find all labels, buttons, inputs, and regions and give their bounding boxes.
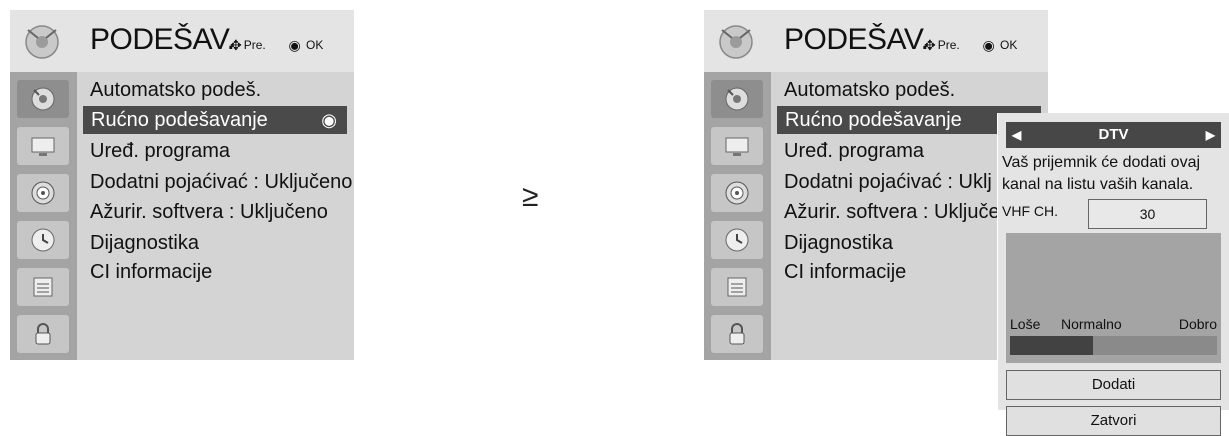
- signal-mid-label: Normalno: [1061, 316, 1122, 332]
- manual-tuning-popup: ◀ DTV ▶ Vaš prijemnik će dodati ovaj kan…: [997, 113, 1229, 436]
- menu-item-label: Rućno podešavanje: [91, 109, 268, 131]
- tab-lock[interactable]: [711, 315, 763, 353]
- menu-item[interactable]: Dijagnostika: [90, 229, 199, 257]
- category-sidebar: [704, 72, 771, 360]
- hint-ok: OK: [1000, 38, 1018, 52]
- category-sidebar: [10, 72, 77, 360]
- monitor-icon: [725, 137, 749, 156]
- move-icon: ✥: [230, 37, 242, 53]
- menu-screen-right: PODEŠAV. ✥ Pre. ◉ OK Automatsko podeš. Ru…: [694, 0, 1048, 360]
- arrow-right-icon[interactable]: ▶: [1206, 122, 1215, 148]
- menu-item-selected[interactable]: Rućno podešavanje ◉: [83, 106, 347, 134]
- vhf-channel-input[interactable]: 30: [1088, 199, 1207, 229]
- menu-item[interactable]: Automatsko podeš.: [90, 76, 261, 104]
- signal-bar: [1010, 336, 1217, 355]
- hint-ok: OK: [306, 38, 324, 52]
- tab-picture[interactable]: [17, 127, 69, 165]
- tab-picture[interactable]: [711, 127, 763, 165]
- satellite-icon: [725, 87, 749, 111]
- setup-logo-icon: [719, 25, 753, 59]
- tab-setup[interactable]: [17, 80, 69, 118]
- lock-icon: [35, 323, 51, 345]
- hint-move: Pre.: [243, 38, 266, 52]
- menu-item[interactable]: Ažurir. softvera : Uključeno: [90, 198, 328, 226]
- setup-logo-icon: [25, 25, 59, 59]
- menu-hints: ✥ Pre. ◉ OK: [230, 37, 323, 54]
- menu-item[interactable]: CI informacije: [90, 258, 212, 286]
- hint-move: Pre.: [937, 38, 960, 52]
- tab-audio[interactable]: [17, 174, 69, 212]
- monitor-icon: [31, 137, 55, 156]
- signal-low-label: Loše: [1010, 316, 1041, 332]
- popup-message: Vaš prijemnik će dodati ovaj kanal na li…: [1002, 154, 1201, 193]
- ok-icon: ◉: [982, 37, 995, 53]
- menu-item[interactable]: Uređ. programa: [90, 137, 230, 165]
- popup-title: DTV: [1098, 126, 1129, 143]
- menu-item[interactable]: Ažurir. softvera : Uključen: [784, 198, 1011, 226]
- menu-hints: ✥ Pre. ◉ OK: [924, 37, 1017, 54]
- tab-option[interactable]: [711, 268, 763, 306]
- add-button[interactable]: Dodati: [1006, 370, 1221, 400]
- signal-bar-fill: [1010, 336, 1093, 355]
- tab-time[interactable]: [17, 221, 69, 259]
- move-icon: ✥: [924, 37, 936, 53]
- clock-icon: [31, 228, 55, 252]
- tab-audio[interactable]: [711, 174, 763, 212]
- menu-screen-left: PODEŠAV. ✥ Pre. ◉ OK Automatsko podeš. Ru…: [0, 0, 354, 360]
- speaker-icon: [725, 181, 749, 205]
- popup-title-bar[interactable]: ◀ DTV ▶: [1006, 122, 1221, 148]
- tab-time[interactable]: [711, 221, 763, 259]
- options-icon: [727, 277, 747, 297]
- signal-strength-panel: Loše Normalno Dobro: [1006, 233, 1221, 363]
- menu-title: PODEŠAV.: [784, 23, 929, 56]
- menu-title: PODEŠAV.: [90, 23, 235, 56]
- clock-icon: [725, 228, 749, 252]
- arrow-left-icon[interactable]: ◀: [1012, 122, 1021, 148]
- close-button[interactable]: Zatvori: [1006, 406, 1221, 436]
- vhf-label: VHF CH.: [1002, 203, 1058, 219]
- ok-radio-icon: ◉: [321, 110, 337, 130]
- menu-item[interactable]: Dodatni pojaćivać : Uključeno: [90, 168, 352, 196]
- menu-item[interactable]: Dijagnostika: [784, 229, 893, 257]
- ok-icon: ◉: [288, 37, 301, 53]
- menu-item-label: Rućno podešavanje: [785, 109, 962, 131]
- menu-item[interactable]: CI informacije: [784, 258, 906, 286]
- lock-icon: [729, 323, 745, 345]
- menu-header: PODEŠAV. ✥ Pre. ◉ OK: [704, 10, 1048, 72]
- speaker-icon: [31, 181, 55, 205]
- menu-item[interactable]: Dodatni pojaćivać : Uklj: [784, 168, 992, 196]
- options-icon: [33, 277, 53, 297]
- satellite-icon: [31, 87, 55, 111]
- transition-arrow: ≥: [522, 180, 539, 213]
- signal-high-label: Dobro: [1178, 316, 1217, 332]
- tab-setup[interactable]: [711, 80, 763, 118]
- tab-option[interactable]: [17, 268, 69, 306]
- menu-header: PODEŠAV. ✥ Pre. ◉ OK: [10, 10, 354, 72]
- menu-item[interactable]: Automatsko podeš.: [784, 76, 955, 104]
- menu-list: Automatsko podeš. Rućno podešavanje ◉ Ur…: [77, 72, 354, 360]
- menu-item[interactable]: Uređ. programa: [784, 137, 924, 165]
- tab-lock[interactable]: [17, 315, 69, 353]
